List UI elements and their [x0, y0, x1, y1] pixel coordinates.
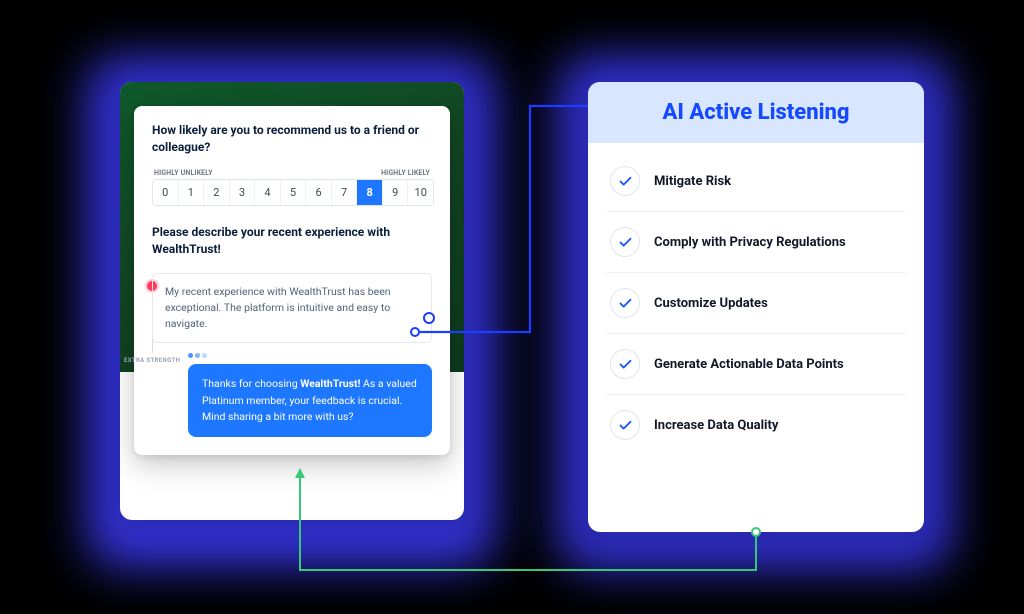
nps-cell-10[interactable]: 10: [408, 180, 433, 205]
features-title: AI Active Listening: [588, 100, 924, 125]
scale-low-label: HIGHLY UNLIKELY: [154, 169, 213, 177]
ai-reply-bubble: Thanks for choosing WealthTrust! As a va…: [188, 364, 432, 437]
connector-anchor-left: [423, 312, 435, 324]
nps-cell-9[interactable]: 9: [383, 180, 409, 205]
feature-row: Generate Actionable Data Points: [606, 334, 906, 395]
nps-scale-cells[interactable]: 012345678910: [152, 179, 434, 206]
feature-label: Customize Updates: [654, 296, 768, 311]
nps-scale: HIGHLY UNLIKELY HIGHLY LIKELY 0123456789…: [152, 169, 432, 206]
nps-cell-4[interactable]: 4: [255, 180, 281, 205]
nps-cell-0[interactable]: 0: [153, 180, 179, 205]
feature-label: Comply with Privacy Regulations: [654, 235, 846, 250]
check-icon: [610, 410, 640, 440]
feature-label: Increase Data Quality: [654, 418, 778, 433]
feature-row: Customize Updates: [606, 273, 906, 334]
nps-cell-7[interactable]: 7: [332, 180, 358, 205]
features-list: Mitigate Risk Comply with Privacy Regulat…: [588, 143, 924, 461]
nps-cell-1[interactable]: 1: [179, 180, 205, 205]
open-response-box[interactable]: My recent experience with WealthTrust ha…: [152, 273, 432, 344]
scale-high-label: HIGHLY LIKELY: [381, 169, 430, 177]
check-icon: [610, 349, 640, 379]
nps-cell-2[interactable]: 2: [204, 180, 230, 205]
feature-row: Increase Data Quality: [606, 395, 906, 455]
nps-cell-6[interactable]: 6: [306, 180, 332, 205]
features-card: AI Active Listening Mitigate Risk Comply …: [588, 82, 924, 532]
strength-label: EXTRA STRENGTH: [124, 357, 180, 364]
diagram-stage: How likely are you to recommend us to a …: [0, 0, 1024, 614]
features-header: AI Active Listening: [588, 82, 924, 143]
nps-cell-5[interactable]: 5: [281, 180, 307, 205]
nps-cell-3[interactable]: 3: [230, 180, 256, 205]
feature-row: Mitigate Risk: [606, 151, 906, 212]
nps-cell-8[interactable]: 8: [357, 180, 383, 205]
survey-card: How likely are you to recommend us to a …: [120, 82, 464, 520]
typing-indicator: [188, 353, 432, 358]
nps-question: How likely are you to recommend us to a …: [152, 122, 432, 157]
open-response-text: My recent experience with WealthTrust ha…: [165, 285, 391, 331]
check-icon: [610, 166, 640, 196]
check-icon: [610, 227, 640, 257]
feature-label: Mitigate Risk: [654, 174, 731, 189]
open-question: Please describe your recent experience w…: [152, 224, 432, 259]
feature-row: Comply with Privacy Regulations: [606, 212, 906, 273]
check-icon: [610, 288, 640, 318]
survey-panel: How likely are you to recommend us to a …: [134, 106, 450, 455]
feature-label: Generate Actionable Data Points: [654, 357, 844, 372]
